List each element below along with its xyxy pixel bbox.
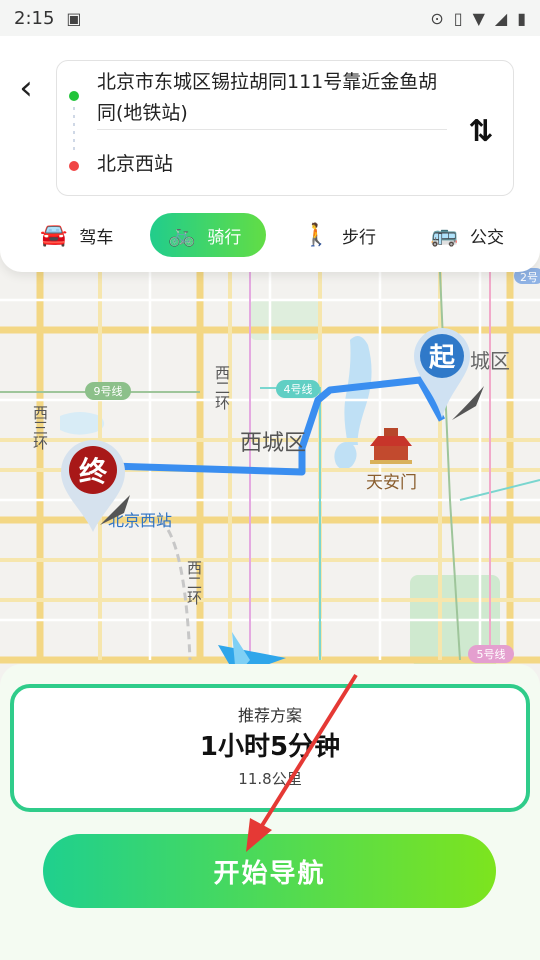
plan-distance: 11.8公里	[238, 770, 302, 788]
route-inputs: 北京市东城区锡拉胡同111号靠近金鱼胡同(地铁站) 北京西站 ⇅	[56, 60, 514, 196]
tab-drive[interactable]: 🚘 驾车	[22, 213, 131, 257]
location-icon: ⊙	[430, 8, 444, 28]
chevron-left-icon: ‹	[19, 68, 33, 108]
divider	[97, 129, 447, 130]
line2-label: 2号	[520, 271, 538, 284]
line9-label: 9号线	[94, 384, 123, 398]
tab-bus-label: 公交	[470, 227, 504, 248]
swap-icon: ⇅	[468, 113, 494, 149]
signal-icon: ◢	[494, 8, 508, 28]
tab-bike[interactable]: 🚲 骑行	[150, 213, 266, 257]
vibrate-icon: ▯	[453, 8, 463, 28]
bicycle-icon: 🚲	[168, 222, 196, 248]
back-button[interactable]: ‹	[12, 68, 40, 108]
tab-walk[interactable]: 🚶 步行	[285, 213, 394, 257]
plan-card[interactable]: 推荐方案 1小时5分钟 11.8公里	[10, 684, 530, 812]
status-time: 2:15	[14, 7, 55, 29]
destination-dot-icon	[69, 161, 79, 171]
keyboard-icon: ▣	[66, 8, 82, 28]
start-navigation-button[interactable]: 开始导航	[43, 834, 496, 908]
origin-field[interactable]: 北京市东城区锡拉胡同111号靠近金鱼胡同(地铁站)	[97, 67, 447, 129]
wifi-icon: ▼	[472, 8, 485, 28]
tiananmen-icon	[370, 428, 412, 464]
walk-icon: 🚶	[302, 222, 330, 248]
tab-bike-label: 骑行	[207, 227, 242, 248]
plan-duration: 1小时5分钟	[199, 732, 341, 762]
xi-san-huan: 西三环	[31, 405, 49, 450]
car-icon: 🚘	[40, 222, 68, 248]
travel-mode-tabs: 🚘 驾车 🚲 骑行 🚶 步行 🚌 公交	[22, 212, 522, 258]
destination-field[interactable]: 北京西站	[97, 149, 397, 179]
swap-button[interactable]: ⇅	[461, 111, 501, 151]
district-right-label: 城区	[470, 349, 510, 373]
xicheng-label: 西城区	[240, 431, 306, 456]
tab-drive-label: 驾车	[79, 227, 114, 248]
end-marker-label: 终	[79, 455, 108, 488]
route-plan-panel: 推荐方案 1小时5分钟 11.8公里 开始导航	[0, 664, 540, 960]
line5-label: 5号线	[477, 647, 506, 661]
plan-label: 推荐方案	[237, 706, 302, 725]
route-connector	[73, 107, 75, 153]
start-marker-label: 起	[429, 343, 456, 373]
xi-er-huan-top: 西二环	[213, 365, 231, 410]
system-nav-bar	[0, 944, 540, 960]
line4-label: 4号线	[284, 382, 313, 396]
bus-icon: 🚌	[430, 222, 458, 248]
start-marker: 起	[414, 328, 484, 420]
origin-dot-icon	[69, 91, 79, 101]
xi-er-huan-bottom: 西二环	[185, 560, 203, 605]
tiananmen-label: 天安门	[366, 473, 417, 493]
status-bar: 2:15 ▣ ⊙ ▯ ▼ ◢ ▮	[0, 0, 540, 36]
route-card: ‹ 北京市东城区锡拉胡同111号靠近金鱼胡同(地铁站) 北京西站 ⇅ 🚘 驾车 …	[0, 36, 540, 272]
battery-icon: ▮	[517, 8, 526, 28]
tab-walk-label: 步行	[342, 227, 376, 248]
tab-bus[interactable]: 🚌 公交	[413, 213, 522, 257]
